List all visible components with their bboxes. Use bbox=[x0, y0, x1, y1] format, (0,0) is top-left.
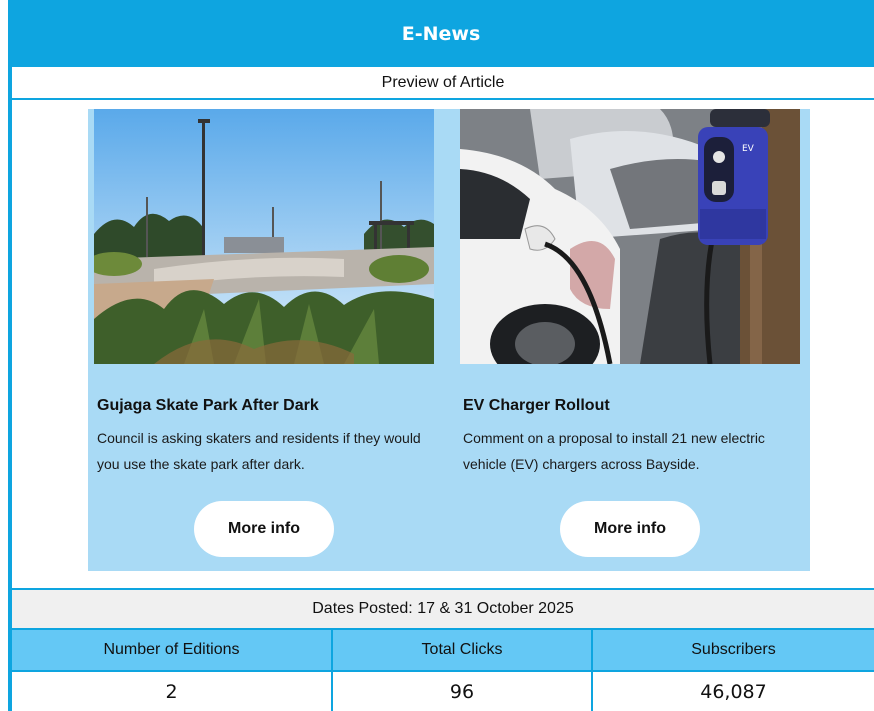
subscribers-value: 46,087 bbox=[700, 680, 767, 703]
stats-header-row: Number of Editions Total Clicks Subscrib… bbox=[12, 630, 874, 672]
enews-header: E-News bbox=[8, 0, 874, 67]
skate-park-photo bbox=[94, 109, 434, 364]
editions-header: Number of Editions bbox=[12, 630, 333, 670]
page-title: E-News bbox=[401, 22, 481, 45]
ev-charger-photo: EV bbox=[460, 109, 800, 364]
article-preview-area: Gujaga Skate Park After Dark Council is … bbox=[12, 100, 874, 588]
dates-posted-row: Dates Posted: 17 & 31 October 2025 bbox=[12, 588, 874, 630]
preview-label: Preview of Article bbox=[381, 73, 505, 91]
clicks-value: 96 bbox=[333, 672, 593, 711]
dates-posted-text: Dates Posted: 17 & 31 October 2025 bbox=[312, 600, 574, 617]
article-description: Comment on a proposal to install 21 new … bbox=[463, 430, 765, 472]
article-card-ev-charger: EV EV Charger Rollout Comment on a propo… bbox=[460, 109, 806, 571]
article-card-skate-park: Gujaga Skate Park After Dark Council is … bbox=[94, 109, 440, 571]
stats-values-row: 2 96 46,087 bbox=[12, 672, 874, 711]
subscribers-header: Subscribers bbox=[691, 641, 776, 658]
preview-label-row: Preview of Article bbox=[12, 67, 874, 100]
article-description: Council is asking skaters and residents … bbox=[97, 430, 421, 472]
editions-value: 2 bbox=[12, 672, 333, 711]
article-card-panel: Gujaga Skate Park After Dark Council is … bbox=[88, 109, 810, 571]
enews-report-frame: E-News Preview of Article Gujaga Skate P… bbox=[0, 0, 874, 711]
more-info-button[interactable]: More info bbox=[194, 501, 334, 557]
clicks-header: Total Clicks bbox=[333, 630, 593, 670]
skate-park-illustration bbox=[94, 109, 434, 364]
svg-text:EV: EV bbox=[742, 144, 755, 154]
more-info-button[interactable]: More info bbox=[560, 501, 700, 557]
article-title: EV Charger Rollout bbox=[463, 397, 610, 414]
ev-charger-illustration: EV bbox=[460, 109, 800, 364]
article-title: Gujaga Skate Park After Dark bbox=[97, 397, 319, 414]
